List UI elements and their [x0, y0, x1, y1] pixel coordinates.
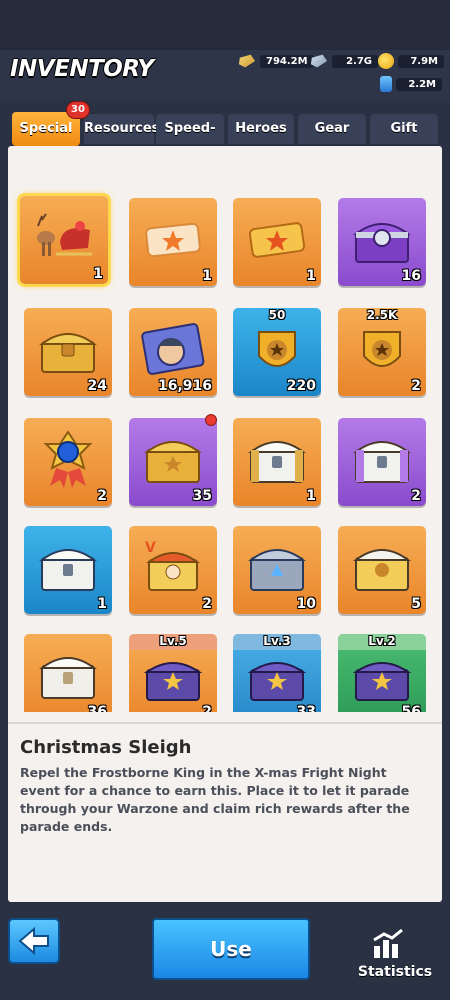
chest-icon: V	[145, 540, 201, 591]
sleigh-icon	[37, 213, 92, 256]
hero-card-icon	[141, 323, 205, 375]
item-count: 2	[97, 488, 107, 504]
steel-bar-icon	[310, 54, 328, 68]
chest-icon	[247, 662, 307, 701]
item-ticket-star[interactable]: 1	[129, 198, 217, 286]
item-white-gold-chest[interactable]: 5	[338, 526, 426, 614]
resource-steel[interactable]: 2.7G	[310, 53, 378, 69]
resource-oil[interactable]: 2.2M	[380, 76, 442, 92]
tab-heroes[interactable]: Heroes	[228, 114, 294, 144]
chest-icon	[353, 223, 411, 263]
chest-icon	[39, 657, 97, 699]
resource-value: 2.7G	[332, 54, 378, 68]
back-arrow-icon	[18, 926, 49, 956]
resource-gold[interactable]: 794.2M	[238, 53, 314, 69]
item-count: 2	[202, 704, 212, 712]
tab-gift[interactable]: Gift	[370, 114, 438, 144]
item-detail-title: Christmas Sleigh	[20, 737, 192, 758]
tab-gear[interactable]: Gear	[298, 114, 366, 144]
item-v-chest[interactable]: V 2	[129, 526, 217, 614]
item-silver-chest-blue[interactable]: 1	[24, 526, 112, 614]
chest-icon	[353, 441, 411, 483]
item-badge-50[interactable]: 50 220	[233, 308, 321, 396]
resource-value: 794.2M	[260, 54, 314, 68]
chest-icon	[352, 662, 412, 701]
item-gold-chest[interactable]: 24	[24, 308, 112, 396]
statistics-button[interactable]: Statistics	[350, 964, 440, 980]
item-badge-2-5k[interactable]: 2.5K 2	[338, 308, 426, 396]
special-count-badge: 30	[66, 101, 90, 119]
ticket-icon	[145, 222, 201, 258]
resource-coins[interactable]: 7.9M	[378, 53, 444, 69]
item-christmas-sleigh[interactable]: 1	[17, 193, 111, 287]
chest-icon	[143, 662, 203, 701]
item-silver-chest-purple[interactable]: 2	[338, 418, 426, 506]
item-grid: 1 1 1 16 24 16,916 50 220 2.5K 2 2 35 1 …	[8, 176, 442, 712]
item-count: 10	[296, 596, 316, 612]
badge-icon	[258, 331, 296, 367]
item-lv5-chest[interactable]: Lv.5 2	[129, 634, 217, 712]
resource-value: 2.2M	[396, 77, 442, 91]
item-count: 36	[87, 704, 107, 712]
item-count: 1	[202, 268, 212, 284]
item-count: 2	[411, 378, 421, 394]
ticket-icon	[248, 222, 306, 258]
svg-text:V: V	[145, 540, 156, 556]
status-bar	[0, 0, 450, 50]
resource-value: 7.9M	[398, 54, 444, 68]
badge-icon	[363, 331, 401, 367]
chest-icon	[39, 549, 97, 591]
item-count: 2	[202, 596, 212, 612]
item-count: 33	[296, 704, 316, 712]
item-count: 56	[401, 704, 421, 712]
chest-icon	[248, 441, 306, 483]
chest-icon	[144, 441, 202, 483]
item-lv3-chest[interactable]: Lv.3 33	[233, 634, 321, 712]
chest-icon	[248, 549, 306, 591]
item-count: 1	[306, 488, 316, 504]
item-count: 1	[306, 268, 316, 284]
chest-icon	[39, 333, 97, 373]
item-count: 5	[411, 596, 421, 612]
medal-icon	[43, 430, 93, 488]
item-silver-chest[interactable]: 1	[233, 418, 321, 506]
new-item-dot	[205, 414, 217, 426]
item-count: 24	[87, 378, 107, 394]
item-count: 1	[93, 266, 103, 282]
back-button[interactable]	[8, 918, 60, 964]
item-white-chest[interactable]: 36	[24, 634, 112, 712]
tab-speed-up[interactable]: Speed-up	[156, 114, 224, 166]
coin-icon	[378, 53, 394, 69]
item-lv2-chest[interactable]: Lv.2 56	[338, 634, 426, 712]
item-steel-chest[interactable]: 10	[233, 526, 321, 614]
item-count: 35	[192, 488, 212, 504]
item-medal[interactable]: 2	[24, 418, 112, 506]
item-count: 16,916	[157, 378, 212, 394]
item-gold-crate[interactable]: 35	[129, 418, 217, 506]
use-button[interactable]: Use	[152, 918, 310, 980]
page-title: INVENTORY	[10, 56, 154, 82]
item-count: 16	[401, 268, 421, 284]
divider	[8, 722, 442, 724]
item-count: 1	[97, 596, 107, 612]
item-purple-chest[interactable]: 16	[338, 198, 426, 286]
oil-barrel-icon	[380, 76, 392, 92]
item-count: 2	[411, 488, 421, 504]
item-detail-description: Repel the Frostborne King in the X-mas F…	[20, 765, 410, 834]
item-hero-card[interactable]: 16,916	[129, 308, 217, 396]
gold-bar-icon	[238, 54, 256, 68]
tab-resources[interactable]: Resources	[84, 114, 159, 144]
item-count: 220	[286, 378, 316, 394]
statistics-icon[interactable]	[370, 928, 406, 960]
chest-icon	[353, 549, 411, 591]
item-ticket-gold[interactable]: 1	[233, 198, 321, 286]
